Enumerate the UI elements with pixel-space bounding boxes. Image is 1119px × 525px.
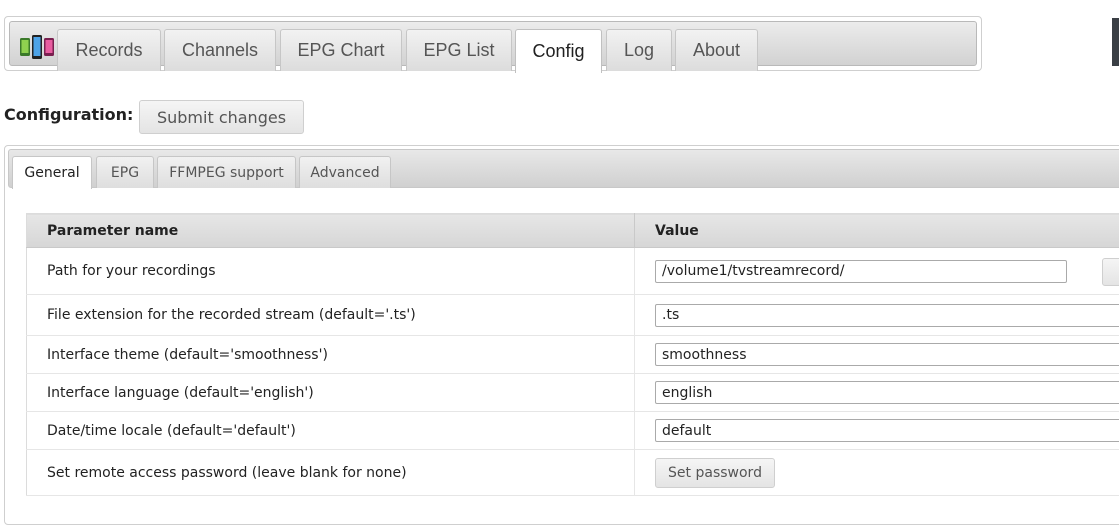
tab-general[interactable]: General [12, 156, 92, 189]
submit-changes-button[interactable]: Submit changes [139, 100, 304, 134]
param-label: Date/time locale (default='default') [27, 412, 635, 450]
value-cell [635, 248, 1119, 295]
nav-tab-records[interactable]: Records [57, 29, 161, 71]
interface-language-input[interactable] [655, 381, 1119, 404]
table-header-row: Parameter name Value [27, 214, 1119, 248]
nav-tab-config[interactable]: Config [515, 29, 602, 73]
nav-tab-channels[interactable]: Channels [164, 29, 276, 71]
header-value: Value [635, 214, 1119, 248]
recordings-path-input[interactable] [655, 260, 1067, 283]
table-row: Interface language (default='english') [27, 374, 1119, 412]
tab-advanced[interactable]: Advanced [299, 156, 391, 188]
file-extension-input[interactable] [655, 304, 1119, 327]
nav-tab-epg-list[interactable]: EPG List [406, 29, 512, 71]
value-cell [635, 374, 1119, 412]
tab-epg[interactable]: EPG [96, 156, 154, 188]
main-nav: Records Channels EPG Chart EPG List Conf… [4, 16, 982, 71]
value-cell [635, 336, 1119, 374]
param-label: Interface language (default='english') [27, 374, 635, 412]
main-nav-bar: Records Channels EPG Chart EPG List Conf… [9, 21, 977, 66]
phones-logo-icon [19, 33, 55, 61]
value-cell [635, 295, 1119, 336]
browse-path-button[interactable] [1102, 258, 1119, 286]
nav-tab-about[interactable]: About [675, 29, 758, 71]
config-tabs: General EPG FFMPEG support Advanced [8, 149, 1119, 188]
header-parameter-name: Parameter name [27, 214, 635, 248]
param-label: File extension for the recorded stream (… [27, 295, 635, 336]
nav-tab-epg-chart[interactable]: EPG Chart [280, 29, 402, 71]
config-heading: Configuration: [4, 105, 133, 124]
interface-theme-input[interactable] [655, 343, 1119, 366]
config-table: Parameter name Value Path for your recor… [26, 213, 1119, 496]
param-label: Path for your recordings [27, 248, 635, 295]
window-edge [1112, 18, 1119, 66]
param-label: Set remote access password (leave blank … [27, 450, 635, 496]
table-row: Date/time locale (default='default') [27, 412, 1119, 450]
table-row: File extension for the recorded stream (… [27, 295, 1119, 336]
param-label: Interface theme (default='smoothness') [27, 336, 635, 374]
table-row: Set remote access password (leave blank … [27, 450, 1119, 496]
table-row: Path for your recordings [27, 248, 1119, 295]
set-password-button[interactable]: Set password [655, 458, 775, 488]
nav-tab-log[interactable]: Log [606, 29, 672, 71]
datetime-locale-input[interactable] [655, 419, 1119, 442]
value-cell [635, 412, 1119, 450]
table-row: Interface theme (default='smoothness') [27, 336, 1119, 374]
value-cell: Set password [635, 450, 1119, 496]
tab-ffmpeg-support[interactable]: FFMPEG support [157, 156, 296, 188]
